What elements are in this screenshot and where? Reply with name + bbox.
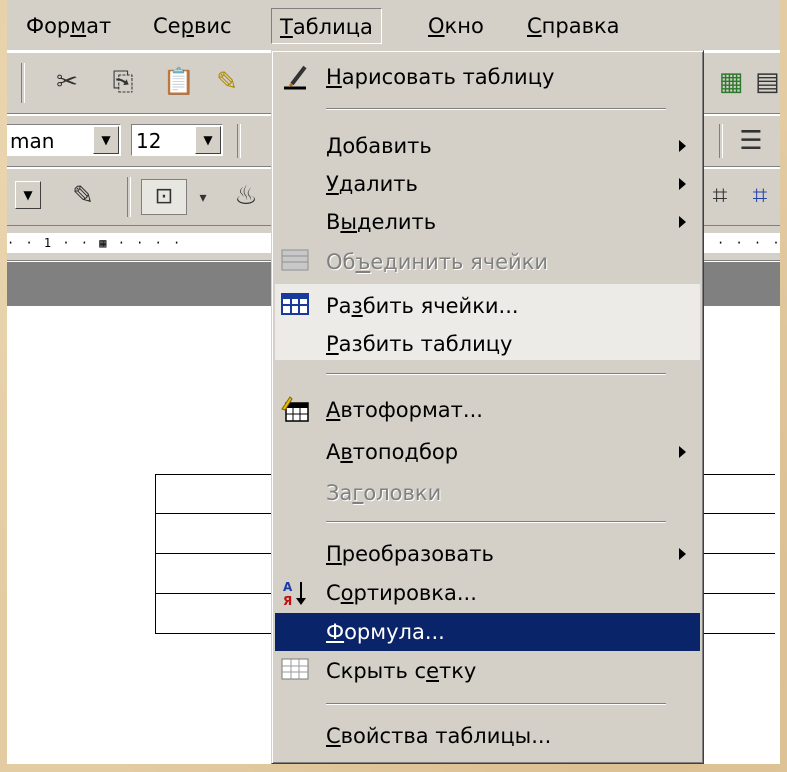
distribute-rows-icon[interactable]: ⌗ (703, 179, 737, 213)
table-menu-dropdown: Нарисовать таблицу Добавить Удалить Выде… (271, 50, 704, 764)
menu-item-select[interactable]: Выделить (275, 203, 700, 241)
svg-text:А: А (283, 580, 293, 594)
shading-icon[interactable]: ♨ (231, 179, 261, 213)
submenu-arrow-icon (679, 446, 686, 458)
menu-help[interactable]: Справка (519, 8, 628, 44)
format-painter-icon[interactable]: ✎ (207, 65, 247, 99)
submenu-arrow-icon (679, 178, 686, 190)
menu-item-autoformat[interactable]: Автоформат... (275, 391, 700, 429)
numbered-list-icon[interactable]: ☰ (731, 124, 771, 158)
font-name-value: man (10, 129, 55, 153)
menu-item-delete[interactable]: Удалить (275, 165, 700, 203)
sort-icon: АЯ (280, 578, 310, 608)
menu-item-label: Нарисовать таблицу (326, 65, 555, 89)
toolbar-separator (127, 177, 131, 217)
menu-item-split-table[interactable]: Разбить таблицу (275, 325, 700, 363)
menu-format[interactable]: Формат (18, 8, 119, 44)
toolbar-separator (21, 63, 25, 103)
ruler-marks-left: · · 1 · · ▦ · · · · (7, 236, 183, 250)
menu-format-label-pre: Фор (26, 14, 71, 38)
menu-help-label-post: правка (541, 14, 620, 38)
split-cells-icon (280, 291, 310, 321)
chevron-down-icon[interactable]: ▼ (15, 181, 41, 209)
menu-item-formula[interactable]: Формула... (275, 613, 700, 651)
submenu-arrow-icon (679, 216, 686, 228)
chevron-down-icon[interactable]: ▼ (93, 126, 119, 154)
menu-item-label: Скрыть сетку (326, 659, 477, 683)
chevron-down-icon[interactable]: ▾ (193, 181, 213, 215)
menu-service[interactable]: Сервис (145, 8, 240, 44)
menu-service-label-post: вис (193, 14, 232, 38)
menu-item-table-properties[interactable]: Свойства таблицы... (275, 717, 700, 755)
menu-item-draw-table[interactable]: Нарисовать таблицу (275, 58, 700, 96)
menu-item-merge-cells: Объединить ячейки (275, 243, 700, 281)
menu-item-label: Разбить ячейки... (326, 294, 519, 318)
insert-excel-icon[interactable]: ▦ (711, 65, 751, 99)
menu-table-label-post: аблица (292, 15, 373, 39)
submenu-arrow-icon (679, 140, 686, 152)
menu-item-label: Свойства таблицы... (326, 724, 552, 748)
grid-icon (280, 656, 310, 686)
font-size-value: 12 (136, 129, 162, 153)
menu-item-label: Заголовки (326, 481, 442, 505)
menu-item-split-cells[interactable]: Разбить ячейки... (275, 287, 700, 325)
menu-item-sort[interactable]: АЯ Сортировка... (275, 574, 700, 612)
menu-item-label: Автоподбор (326, 440, 459, 464)
menu-item-hide-gridlines[interactable]: Скрыть сетку (275, 652, 700, 690)
menu-separator (326, 521, 666, 523)
menu-separator (326, 108, 666, 110)
menu-item-headings: Заголовки (275, 474, 700, 512)
menu-item-label: Выделить (326, 210, 437, 234)
menu-help-accel: С (527, 14, 542, 38)
menu-format-label-post: ат (86, 14, 112, 38)
menu-item-insert[interactable]: Добавить (275, 127, 700, 165)
svg-text:Я: Я (283, 594, 292, 608)
menu-window-accel: О (428, 14, 445, 38)
border-color-icon[interactable]: ✎ (63, 179, 103, 213)
ruler-marks-right: · · · · (717, 236, 780, 250)
menu-separator (326, 373, 666, 375)
autoformat-icon (280, 395, 310, 425)
paste-icon[interactable]: 📋 (159, 65, 199, 99)
menu-item-autofit[interactable]: Автоподбор (275, 433, 700, 471)
menu-item-label: Добавить (326, 134, 432, 158)
columns-icon[interactable]: ▤ (755, 65, 780, 99)
word-window: Формат Сервис Таблица Окно Справка ✂ ⎘ 📋… (7, 0, 780, 764)
menu-service-accel: р (180, 14, 194, 38)
chevron-down-icon[interactable]: ▼ (195, 126, 221, 154)
menu-table[interactable]: Таблица (271, 8, 382, 44)
toolbar-separator (719, 124, 723, 158)
merge-cells-icon (280, 247, 310, 277)
menu-item-label: Формула... (326, 620, 445, 644)
menu-item-label: Сортировка... (326, 581, 477, 605)
menu-bar: Формат Сервис Таблица Окно Справка (7, 0, 780, 51)
font-name-combo[interactable]: man ▼ (7, 124, 121, 156)
pencil-icon (280, 62, 310, 92)
menu-table-accel: Т (280, 15, 293, 39)
menu-format-accel: м (70, 14, 87, 38)
copy-icon[interactable]: ⎘ (103, 65, 143, 99)
cut-icon[interactable]: ✂ (47, 65, 87, 99)
menu-item-label: Удалить (326, 172, 418, 196)
menu-item-label: Преобразовать (326, 542, 494, 566)
menu-item-label: Разбить таблицу (326, 332, 513, 356)
submenu-arrow-icon (679, 548, 686, 560)
menu-item-convert[interactable]: Преобразовать (275, 535, 700, 573)
menu-service-label-pre: Се (153, 14, 181, 38)
distribute-columns-icon[interactable]: ⌗ (743, 179, 777, 213)
toolbar-separator (237, 124, 241, 158)
menu-item-label: Объединить ячейки (326, 250, 549, 274)
menu-separator (326, 703, 666, 705)
menu-item-label: Автоформат... (326, 398, 483, 422)
menu-window-label-post: кно (444, 14, 484, 38)
borders-icon[interactable]: ⊡ (141, 179, 187, 215)
font-size-combo[interactable]: 12 ▼ (131, 124, 223, 156)
menu-window[interactable]: Окно (420, 8, 492, 44)
